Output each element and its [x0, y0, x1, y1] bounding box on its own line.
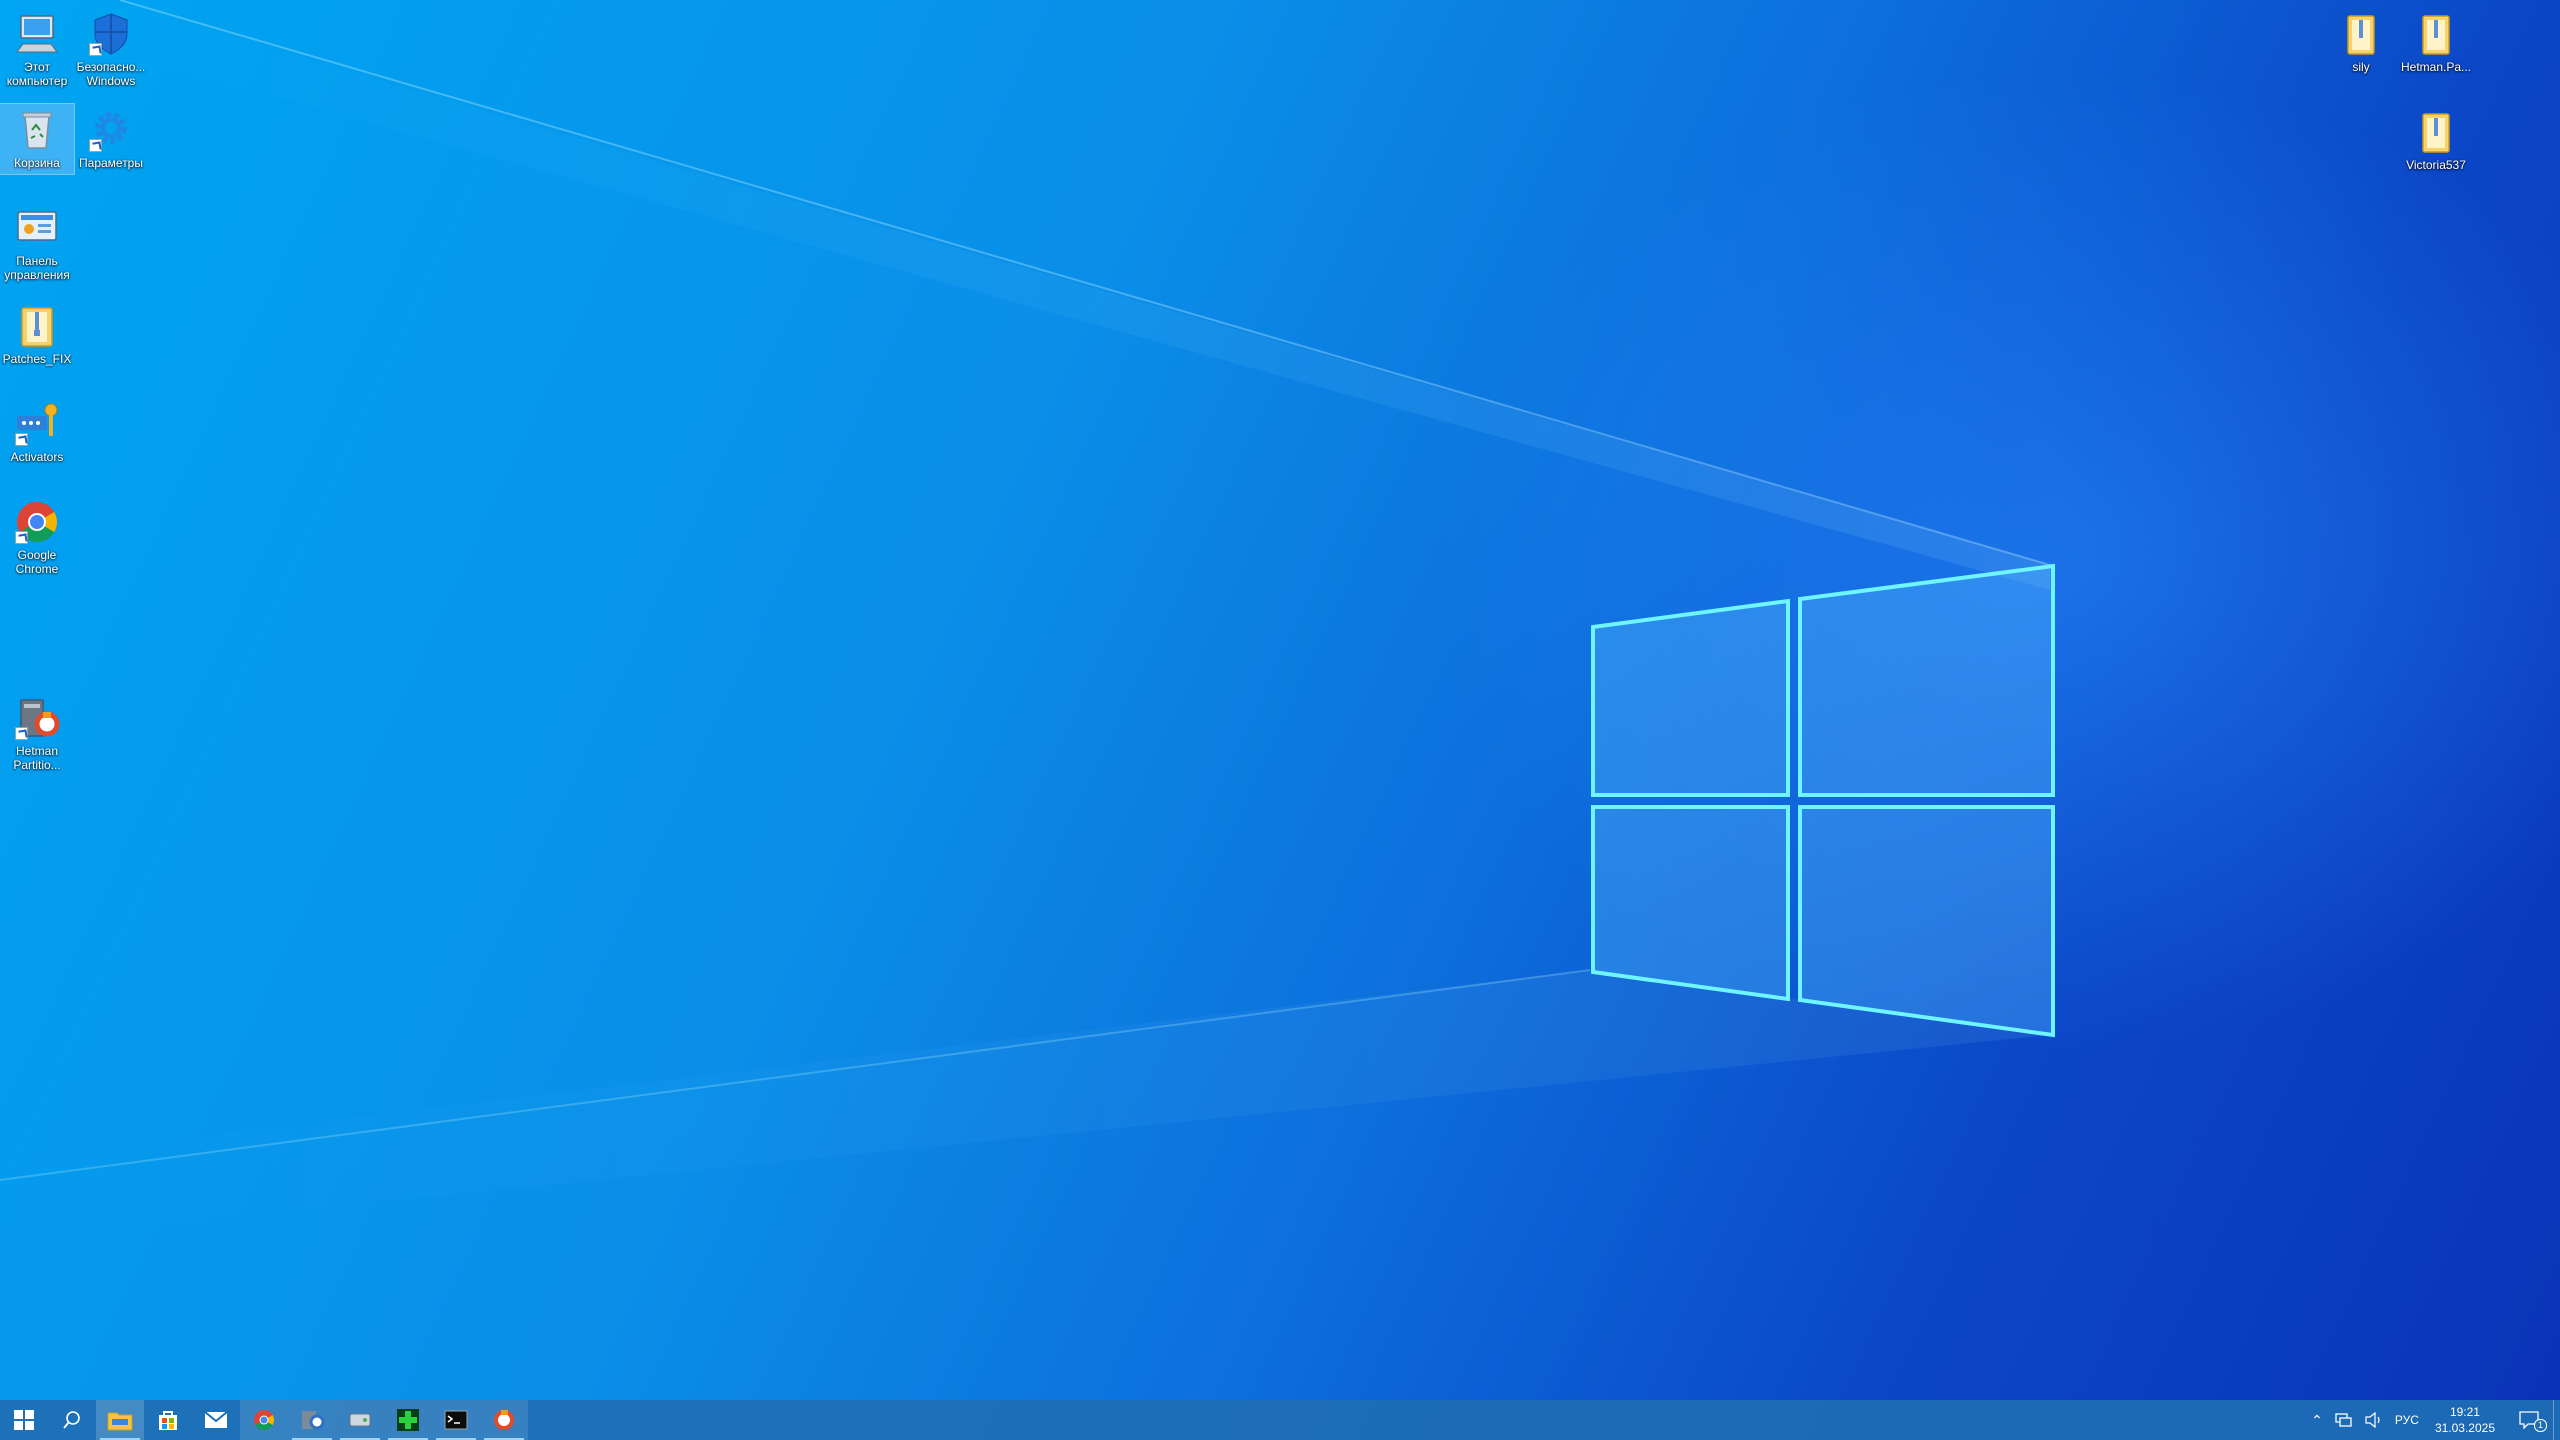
terminal-icon — [444, 1410, 468, 1430]
clock-time: 19:21 — [2449, 1405, 2480, 1419]
taskbar-disk-utility[interactable] — [336, 1400, 384, 1440]
desktop-icon-label: Hetman.Pa... — [2400, 60, 2472, 74]
desktop-icon-recycle-bin[interactable]: Корзина — [0, 103, 75, 175]
desktop-icon-patches-fix[interactable]: Patches_FIX — [0, 300, 74, 370]
zip-folder-icon — [2337, 10, 2385, 58]
desktop[interactable]: Этот компьютер Безопасно... Windows Корз… — [0, 0, 2560, 1400]
desktop-icon-windows-security[interactable]: Безопасно... Windows — [74, 8, 148, 92]
recycle-bin-icon — [13, 106, 61, 154]
taskbar-health-app[interactable] — [384, 1400, 432, 1440]
speaker-icon — [2365, 1412, 2380, 1428]
shortcut-arrow-icon — [15, 433, 28, 446]
gear-icon — [87, 106, 135, 154]
clock-button[interactable]: 19:21 31.03.2025 — [2425, 1400, 2505, 1440]
mail-icon — [204, 1411, 228, 1428]
desktop-icon-label: Hetman Partitio... — [13, 744, 61, 772]
input-language-button[interactable]: РУС — [2389, 1400, 2425, 1440]
hetman-partition-icon — [13, 694, 61, 742]
desktop-icon-label: Панель управления — [4, 254, 70, 282]
desktop-icon-label: Google Chrome — [15, 548, 59, 576]
folder-icon — [107, 1412, 133, 1431]
network-icon — [2335, 1413, 2352, 1427]
desktop-icon-label: Корзина — [14, 156, 60, 170]
show-desktop-button[interactable] — [2553, 1400, 2560, 1440]
show-hidden-icons-button[interactable]: ⌃ — [2305, 1400, 2329, 1440]
clock-date: 31.03.2025 — [2434, 1421, 2495, 1435]
desktop-icon-victoria[interactable]: Victoria537 — [2399, 106, 2473, 176]
shortcut-arrow-icon — [89, 139, 102, 152]
search-icon — [63, 1411, 80, 1429]
zip-folder-icon — [13, 302, 61, 350]
shield-icon — [87, 10, 135, 58]
taskbar-google-chrome[interactable] — [240, 1400, 288, 1440]
volume-button[interactable] — [2359, 1400, 2389, 1440]
start-button[interactable] — [0, 1400, 48, 1440]
computer-icon — [13, 10, 61, 58]
disk-recovery-icon — [302, 1411, 325, 1430]
store-bag-icon — [159, 1411, 177, 1430]
desktop-icon-google-chrome[interactable]: Google Chrome — [0, 496, 74, 580]
desktop-icon-label: Параметры — [79, 156, 143, 170]
taskbar-hetman-partition[interactable] — [480, 1400, 528, 1440]
taskbar: ⌃ РУС 19:21 31.03.2025 1 — [0, 1400, 2560, 1440]
desktop-icon-sily[interactable]: sily — [2324, 8, 2398, 78]
search-button[interactable] — [48, 1400, 96, 1440]
desktop-icon-hetman-archive[interactable]: Hetman.Pa... — [2399, 8, 2473, 78]
desktop-icon-label: Activators — [10, 450, 64, 464]
desktop-icon-label: Этот компьютер — [6, 60, 68, 88]
chevron-up-icon: ⌃ — [2311, 1411, 2323, 1428]
desktop-icon-label: Victoria537 — [2406, 158, 2466, 172]
hard-drive-icon — [349, 1413, 371, 1427]
desktop-icon-this-pc[interactable]: Этот компьютер — [0, 8, 74, 92]
chrome-icon — [13, 498, 61, 546]
shortcut-arrow-icon — [15, 727, 28, 740]
key-password-icon — [13, 400, 61, 448]
control-panel-icon — [13, 204, 61, 252]
taskbar-mail[interactable] — [192, 1400, 240, 1440]
desktop-icon-label: sily — [2352, 60, 2370, 74]
taskbar-microsoft-store[interactable] — [144, 1400, 192, 1440]
action-center-button[interactable]: 1 — [2505, 1400, 2553, 1440]
taskbar-file-explorer[interactable] — [96, 1400, 144, 1440]
taskbar-recovery-app[interactable] — [288, 1400, 336, 1440]
zip-folder-icon — [2412, 10, 2460, 58]
system-tray: ⌃ РУС 19:21 31.03.2025 1 — [2305, 1400, 2560, 1440]
windows-logo-icon — [14, 1410, 34, 1430]
desktop-icon-hetman-partition[interactable]: Hetman Partitio... — [0, 692, 74, 776]
chrome-icon — [254, 1410, 274, 1430]
taskbar-command-prompt[interactable] — [432, 1400, 480, 1440]
notification-count-badge: 1 — [2533, 1419, 2547, 1432]
hetman-partition-icon — [494, 1410, 514, 1430]
desktop-icon-control-panel[interactable]: Панель управления — [0, 202, 74, 286]
green-cross-icon — [397, 1409, 419, 1431]
shortcut-arrow-icon — [89, 43, 102, 56]
network-button[interactable] — [2329, 1400, 2359, 1440]
desktop-icon-label: Безопасно... Windows — [76, 60, 146, 88]
desktop-icon-label: Patches_FIX — [2, 352, 72, 366]
shortcut-arrow-icon — [15, 531, 28, 544]
desktop-icon-activators[interactable]: Activators — [0, 398, 74, 468]
zip-folder-icon — [2412, 108, 2460, 156]
desktop-icon-settings[interactable]: Параметры — [74, 104, 148, 174]
